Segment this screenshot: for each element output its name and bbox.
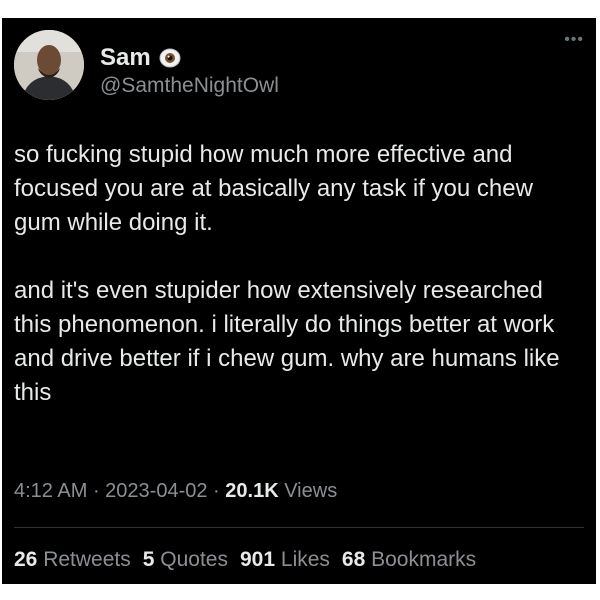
retweets-count: 26 [14, 548, 38, 571]
retweets-label: Retweets [43, 548, 131, 571]
ellipsis-icon[interactable]: ••• [564, 30, 584, 50]
avatar[interactable] [14, 30, 84, 100]
tweet-paragraph: so fucking stupid how much more effectiv… [14, 141, 533, 236]
tweet-meta: 4:12 AM · 2023-04-02 · 20.1K Views [14, 480, 337, 503]
eye-icon [159, 47, 181, 69]
views-count[interactable]: 20.1K [225, 480, 278, 502]
retweets-stat[interactable]: 26 Retweets [14, 548, 131, 572]
name-row: Sam [100, 44, 181, 72]
bookmarks-count: 68 [341, 548, 366, 571]
meta-separator: · [207, 480, 226, 502]
tweet-time[interactable]: 4:12 AM [14, 480, 87, 502]
user-handle[interactable]: @SamtheNightOwl [100, 74, 279, 98]
likes-count: 901 [240, 548, 276, 571]
bookmarks-stat[interactable]: 68 Bookmarks [342, 548, 476, 572]
tweet-paragraph: and it's even stupider how extensively r… [14, 277, 560, 406]
likes-stat[interactable]: 901 Likes [240, 548, 330, 572]
quotes-count: 5 [142, 548, 155, 571]
tweet-card: Sam @SamtheNightOwl ••• so fucking stupi… [2, 18, 596, 584]
bookmarks-label: Bookmarks [371, 548, 477, 571]
tweet-date[interactable]: 2023-04-02 [105, 480, 207, 502]
engagement-stats: 26 Retweets 5 Quotes 901 Likes 68 Bookma… [14, 548, 476, 572]
avatar-image [14, 30, 84, 100]
quotes-label: Quotes [160, 548, 228, 571]
display-name[interactable]: Sam [100, 44, 151, 72]
tweet-text: so fucking stupid how much more effectiv… [14, 138, 584, 410]
meta-separator: · [87, 480, 106, 502]
tweet-header: Sam @SamtheNightOwl ••• [14, 30, 596, 100]
views-label: Views [284, 480, 338, 502]
quotes-stat[interactable]: 5 Quotes [143, 548, 228, 572]
divider [14, 527, 584, 528]
likes-label: Likes [280, 548, 330, 571]
